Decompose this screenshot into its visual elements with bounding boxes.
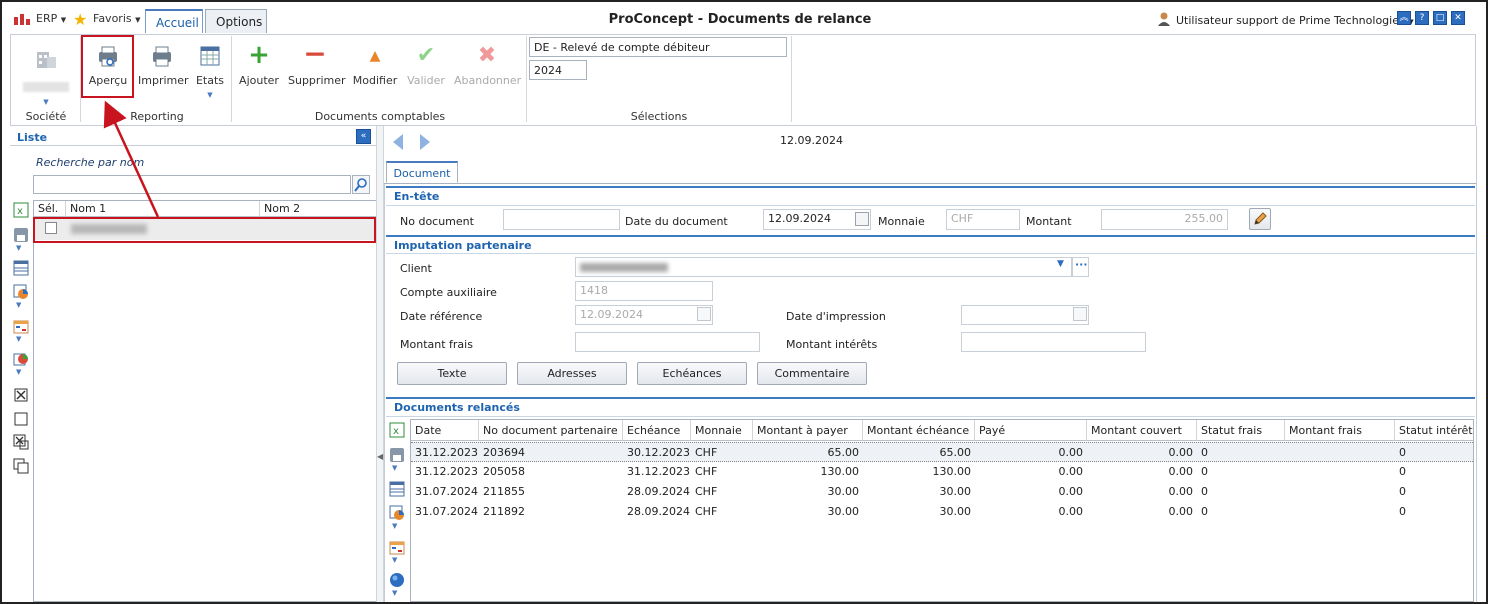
annotation-arrow xyxy=(103,100,160,218)
